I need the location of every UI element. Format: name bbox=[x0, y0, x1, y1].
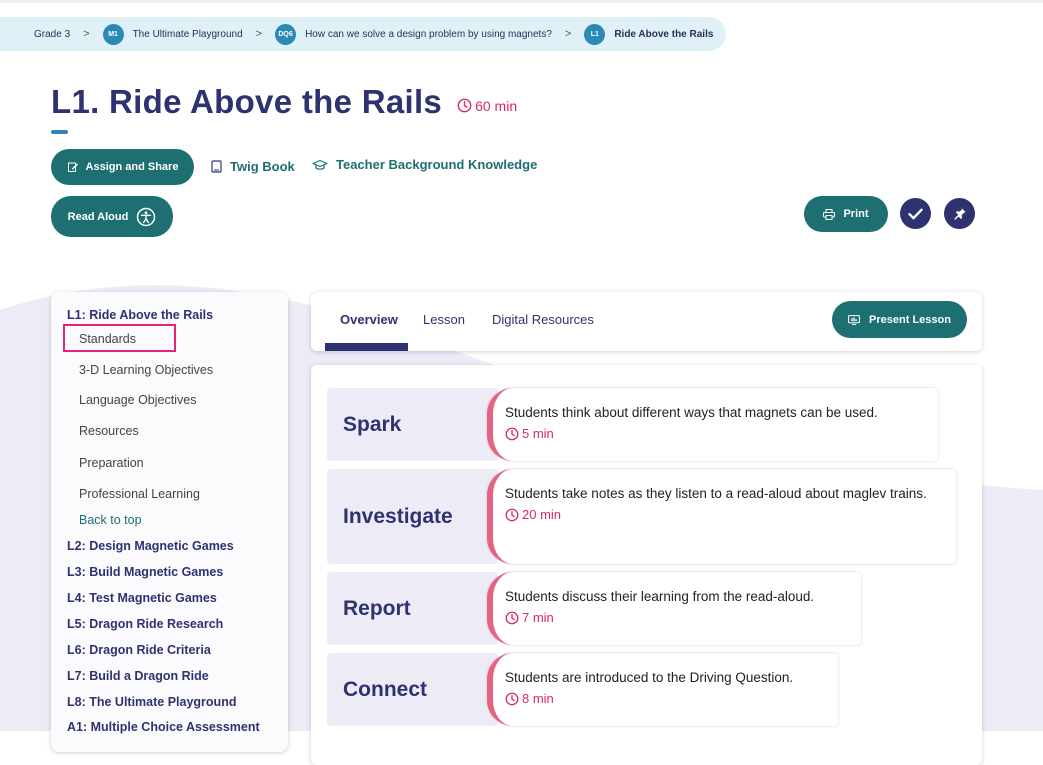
breadcrumb-separator: > bbox=[564, 28, 572, 40]
standards-highlight-box bbox=[63, 324, 176, 352]
teacher-background-knowledge-label: Teacher Background Knowledge bbox=[336, 157, 538, 172]
print-button[interactable]: Print bbox=[804, 196, 888, 232]
sidebar-item-resources[interactable]: Resources bbox=[79, 424, 139, 438]
breadcrumb-module[interactable]: M1 The Ultimate Playground bbox=[102, 23, 243, 45]
top-rule bbox=[0, 0, 1043, 3]
tab-lesson[interactable]: Lesson bbox=[423, 312, 465, 327]
present-lesson-label: Present Lesson bbox=[869, 313, 951, 326]
breadcrumb-grade[interactable]: Grade 3 bbox=[34, 29, 70, 40]
active-tab-indicator bbox=[325, 343, 408, 351]
edit-icon bbox=[67, 162, 78, 172]
twig-book-label: Twig Book bbox=[230, 159, 295, 174]
checkmark-icon bbox=[908, 208, 923, 219]
read-aloud-button[interactable]: Read Aloud bbox=[51, 196, 173, 237]
phase-row-report: Report Students discuss their learning f… bbox=[327, 572, 861, 645]
clock-icon bbox=[505, 692, 519, 706]
sidebar-lesson-l6[interactable]: L6: Dragon Ride Criteria bbox=[67, 643, 211, 657]
clock-icon bbox=[505, 427, 519, 441]
lesson-duration: 60 min bbox=[457, 98, 517, 114]
phase-row-investigate: Investigate Students take notes as they … bbox=[327, 469, 956, 564]
phase-duration-text: 5 min bbox=[522, 426, 554, 441]
print-label: Print bbox=[843, 208, 869, 220]
module-badge: M1 bbox=[102, 23, 124, 45]
breadcrumb-lesson-label: Ride Above the Rails bbox=[614, 28, 714, 40]
sidebar-lesson-l7[interactable]: L7: Build a Dragon Ride bbox=[67, 669, 209, 683]
question-badge: DQ6 bbox=[275, 23, 297, 45]
sidebar-lesson-l2[interactable]: L2: Design Magnetic Games bbox=[67, 539, 234, 553]
breadcrumb-lesson: L1 Ride Above the Rails bbox=[584, 23, 714, 45]
breadcrumb-module-label: The Ultimate Playground bbox=[132, 28, 243, 40]
graduation-cap-icon bbox=[312, 159, 328, 170]
sidebar-lesson-l8[interactable]: L8: The Ultimate Playground bbox=[67, 695, 236, 709]
sidebar-item-professional-learning[interactable]: Professional Learning bbox=[79, 487, 200, 501]
clock-icon bbox=[505, 508, 519, 522]
phase-duration: 20 min bbox=[505, 505, 950, 525]
phase-duration: 8 min bbox=[505, 689, 832, 709]
phase-row-connect: Connect Students are introduced to the D… bbox=[327, 653, 838, 726]
lesson-sidebar: L1: Ride Above the Rails Standards 3-D L… bbox=[51, 292, 288, 752]
sidebar-lesson-l3[interactable]: L3: Build Magnetic Games bbox=[67, 565, 223, 579]
breadcrumb-question-label: How can we solve a design problem by usi… bbox=[305, 28, 552, 40]
breadcrumb-separator: > bbox=[255, 28, 263, 40]
book-icon bbox=[211, 160, 222, 173]
presentation-icon bbox=[848, 314, 860, 325]
phase-description: Students take notes as they listen to a … bbox=[505, 486, 927, 501]
phase-duration-text: 20 min bbox=[522, 507, 562, 522]
lesson-duration-text: 60 min bbox=[475, 97, 518, 114]
phase-duration-text: 7 min bbox=[522, 610, 554, 625]
phase-title: Connect bbox=[327, 653, 497, 726]
clock-icon bbox=[505, 611, 519, 625]
pin-button[interactable] bbox=[944, 198, 975, 229]
phase-description: Students are introduced to the Driving Q… bbox=[505, 670, 794, 685]
phase-description-box: Students discuss their learning from the… bbox=[487, 572, 861, 645]
back-to-top-link[interactable]: Back to top bbox=[79, 513, 142, 527]
phase-duration: 5 min bbox=[505, 424, 932, 444]
tab-overview[interactable]: Overview bbox=[340, 312, 398, 327]
phase-title: Report bbox=[327, 572, 497, 645]
twig-book-link[interactable]: Twig Book bbox=[211, 159, 295, 174]
breadcrumb: Grade 3 > M1 The Ultimate Playground > D… bbox=[0, 17, 726, 51]
tabs-bar: Overview Lesson Digital Resources Presen… bbox=[311, 292, 982, 351]
phase-description: Students discuss their learning from the… bbox=[505, 589, 815, 604]
clock-icon bbox=[457, 98, 472, 113]
phase-description: Students think about different ways that… bbox=[505, 405, 878, 420]
sidebar-item-3d-learning-objectives[interactable]: 3-D Learning Objectives bbox=[79, 363, 213, 377]
teacher-background-knowledge-link[interactable]: Teacher Background Knowledge bbox=[312, 157, 537, 172]
breadcrumb-question[interactable]: DQ6 How can we solve a design problem by… bbox=[275, 23, 552, 45]
phase-row-spark: Spark Students think about different way… bbox=[327, 388, 938, 461]
title-row: L1. Ride Above the Rails 60 min bbox=[51, 83, 517, 121]
tab-digital-resources[interactable]: Digital Resources bbox=[492, 312, 594, 327]
sidebar-item-language-objectives[interactable]: Language Objectives bbox=[79, 393, 196, 407]
breadcrumb-separator: > bbox=[83, 28, 90, 40]
title-underline bbox=[51, 130, 68, 134]
accessibility-icon bbox=[137, 207, 156, 226]
sidebar-current-lesson[interactable]: L1: Ride Above the Rails bbox=[67, 308, 213, 322]
phase-description-box: Students are introduced to the Driving Q… bbox=[487, 653, 838, 726]
page-title: L1. Ride Above the Rails bbox=[51, 83, 443, 120]
assign-and-share-button[interactable]: Assign and Share bbox=[51, 149, 194, 185]
present-lesson-button[interactable]: Present Lesson bbox=[832, 301, 967, 338]
printer-icon bbox=[823, 208, 836, 220]
sidebar-lesson-a1[interactable]: A1: Multiple Choice Assessment bbox=[67, 720, 260, 734]
sidebar-lesson-l5[interactable]: L5: Dragon Ride Research bbox=[67, 617, 223, 631]
mark-complete-button[interactable] bbox=[900, 198, 931, 229]
phase-duration-text: 8 min bbox=[522, 691, 554, 706]
sidebar-lesson-l4[interactable]: L4: Test Magnetic Games bbox=[67, 591, 217, 605]
read-aloud-label: Read Aloud bbox=[67, 210, 129, 223]
pushpin-icon bbox=[954, 207, 966, 221]
phase-description-box: Students think about different ways that… bbox=[487, 388, 938, 461]
sidebar-item-preparation[interactable]: Preparation bbox=[79, 456, 144, 470]
phase-description-box: Students take notes as they listen to a … bbox=[487, 469, 956, 564]
phase-title: Spark bbox=[327, 388, 497, 461]
phase-duration: 7 min bbox=[505, 608, 855, 628]
lesson-badge: L1 bbox=[584, 23, 606, 45]
phase-title: Investigate bbox=[327, 469, 497, 564]
assign-and-share-label: Assign and Share bbox=[85, 161, 179, 173]
overview-content: Spark Students think about different way… bbox=[311, 365, 982, 765]
